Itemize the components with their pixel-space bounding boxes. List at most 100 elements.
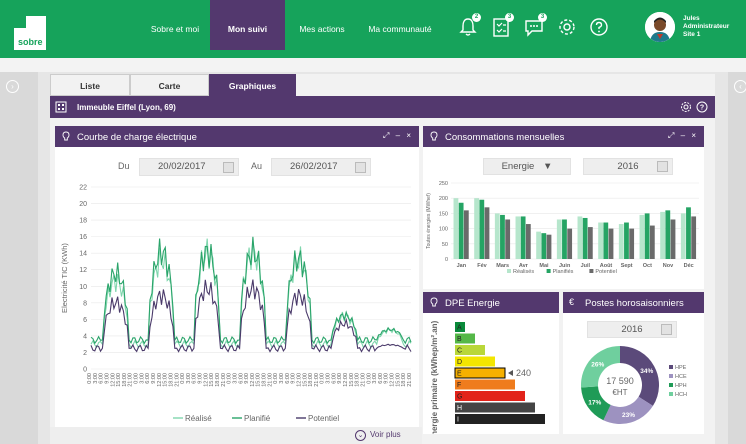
bar-planifiés <box>644 213 650 259</box>
user-avatar[interactable] <box>645 12 675 42</box>
x-tick-label: Mars <box>496 263 509 269</box>
settings-icon[interactable] <box>680 101 692 113</box>
left-side-panel[interactable]: › <box>0 72 38 444</box>
dpe-letter: B <box>457 336 462 343</box>
bar-réalisés <box>556 219 562 259</box>
energy-select[interactable]: Energie ▼ <box>483 158 571 175</box>
bar-potentiel <box>608 228 614 259</box>
from-date-value: 20/02/2017 <box>158 161 206 172</box>
chevron-right-icon[interactable]: ‹ <box>734 80 746 93</box>
sobre-logo[interactable]: sobre <box>14 16 46 50</box>
user-site: Site 1 <box>683 31 701 38</box>
right-side-panel[interactable]: ‹ <box>728 72 746 444</box>
chevron-down-icon: ⌄ <box>355 430 366 441</box>
monthly-header: Consommations mensuelles ⤢ – × <box>423 126 704 147</box>
nav-mes-actions[interactable]: Mes actions <box>288 0 356 52</box>
dpe-axis-label: Energie primaire (kWhep/m².an) <box>430 320 439 434</box>
dpe-header: DPE Energie <box>423 292 559 313</box>
voir-plus-link[interactable]: ⌄ Voir plus <box>355 430 401 441</box>
monthly-chart: 0 50 100 150 200 250 Toutes énergies (MWhef) Ja… <box>426 181 699 275</box>
calendar-icon[interactable] <box>223 162 234 173</box>
x-tick-label: Fév <box>477 263 487 269</box>
legend-label: Potentiel <box>308 414 339 423</box>
help-icon[interactable] <box>588 16 610 38</box>
seasonal-header: € Postes horosaisonniers <box>563 292 704 313</box>
panel-window-controls[interactable]: ⤢ – × <box>383 131 413 141</box>
dpe-bar-I <box>455 414 545 424</box>
help-icon[interactable]: ? <box>696 101 708 113</box>
tab-graphiques[interactable]: Graphiques <box>209 74 296 96</box>
bar-réalisés <box>577 216 583 259</box>
dpe-panel: DPE Energie Energie primaire (kWhep/m².a… <box>423 292 559 434</box>
nav-ma-communaute[interactable]: Ma communauté <box>360 0 440 52</box>
building-name: Immeuble Eiffel (Lyon, 69) <box>77 103 176 112</box>
to-label: Au <box>251 161 263 171</box>
bar-réalisés <box>474 198 479 259</box>
bar-planifiés <box>624 222 629 259</box>
seasonal-year-select[interactable]: 2016 <box>587 321 677 338</box>
building-bar: Immeuble Eiffel (Lyon, 69) ? <box>50 96 715 118</box>
legend-label: HPE <box>675 365 687 371</box>
lightbulb-icon <box>62 131 70 141</box>
legend-label: Réalisés <box>513 269 534 275</box>
tab-liste[interactable]: Liste <box>50 74 130 96</box>
donut-slice-label: 26% <box>591 362 604 369</box>
seasonal-title: Postes horosaisonniers <box>585 298 684 309</box>
voir-plus-label: Voir plus <box>370 430 401 439</box>
to-date-field[interactable]: 26/02/2017 <box>271 158 371 176</box>
chevron-left-icon[interactable]: › <box>6 80 19 93</box>
load-curve-header: Courbe de charge électrique ⤢ – × <box>55 126 419 147</box>
panel-window-controls[interactable]: ⤢ – × <box>668 131 698 141</box>
x-tick-label: Jan <box>457 263 467 269</box>
dpe-value: 240 <box>516 368 531 378</box>
y-tick-label: 2 <box>83 350 87 357</box>
calendar-icon[interactable] <box>661 324 672 335</box>
bar-planifiés <box>582 217 588 259</box>
calendar-icon[interactable] <box>355 162 366 173</box>
y-tick-label: 16 <box>79 234 87 241</box>
gear-icon[interactable] <box>556 16 578 38</box>
dpe-bar-F <box>455 379 515 390</box>
y-tick-label: 20 <box>79 201 87 208</box>
bar-potentiel <box>505 219 511 259</box>
caret-down-icon: ▼ <box>542 161 553 172</box>
user-info[interactable]: Jules Administrateur Site 1 <box>683 15 729 39</box>
legend-swatch <box>669 365 673 369</box>
year-select[interactable]: 2016 <box>583 158 673 175</box>
bar-planifiés <box>458 202 464 259</box>
y-axis-label: Electricité TIC (KWh) <box>60 243 69 313</box>
legend-swatch <box>546 269 551 273</box>
from-date-field[interactable]: 20/02/2017 <box>139 158 239 176</box>
calendar-icon[interactable] <box>657 161 668 172</box>
bar-planifiés <box>686 207 691 259</box>
bar-planifiés <box>603 222 609 259</box>
donut-unit: €HT <box>612 388 627 397</box>
lightbulb-icon <box>430 297 438 307</box>
legend-label: HCH <box>675 392 687 398</box>
bar-planifiés <box>500 214 505 259</box>
dpe-bar-H <box>455 402 535 413</box>
y-axis-label: Toutes énergies (MWhef) <box>426 193 432 249</box>
user-role: Administrateur <box>683 23 730 30</box>
seasonal-panel: € Postes horosaisonniers 2016 34% 23% 17% 2… <box>563 292 704 434</box>
bar-potentiel <box>546 234 552 259</box>
nav-sobre-et-moi[interactable]: Sobre et moi <box>140 0 210 52</box>
y-tick-label: 8 <box>83 300 87 307</box>
tab-carte[interactable]: Carte <box>130 74 209 96</box>
y-tick-label: 0 <box>445 257 448 263</box>
bar-réalisés <box>680 213 686 259</box>
bar-réalisés <box>536 231 541 259</box>
legend-label: Planifié <box>244 414 271 423</box>
checklist-icon[interactable]: 3 <box>490 13 514 38</box>
x-tick-label: Sept <box>621 263 633 269</box>
bar-planifiés <box>665 210 671 259</box>
dpe-letter: G <box>457 394 462 401</box>
legend-label: Réalisé <box>185 414 212 423</box>
tasks-badge: 3 <box>505 13 514 22</box>
nav-mon-suivi[interactable]: Mon suivi <box>210 0 285 50</box>
chat-icon[interactable]: 3 <box>523 13 547 38</box>
bell-icon[interactable]: 2 <box>457 13 481 38</box>
legend-label: Potentiel <box>595 269 616 275</box>
seasonal-year-value: 2016 <box>621 324 643 335</box>
dpe-letter: I <box>457 417 459 424</box>
